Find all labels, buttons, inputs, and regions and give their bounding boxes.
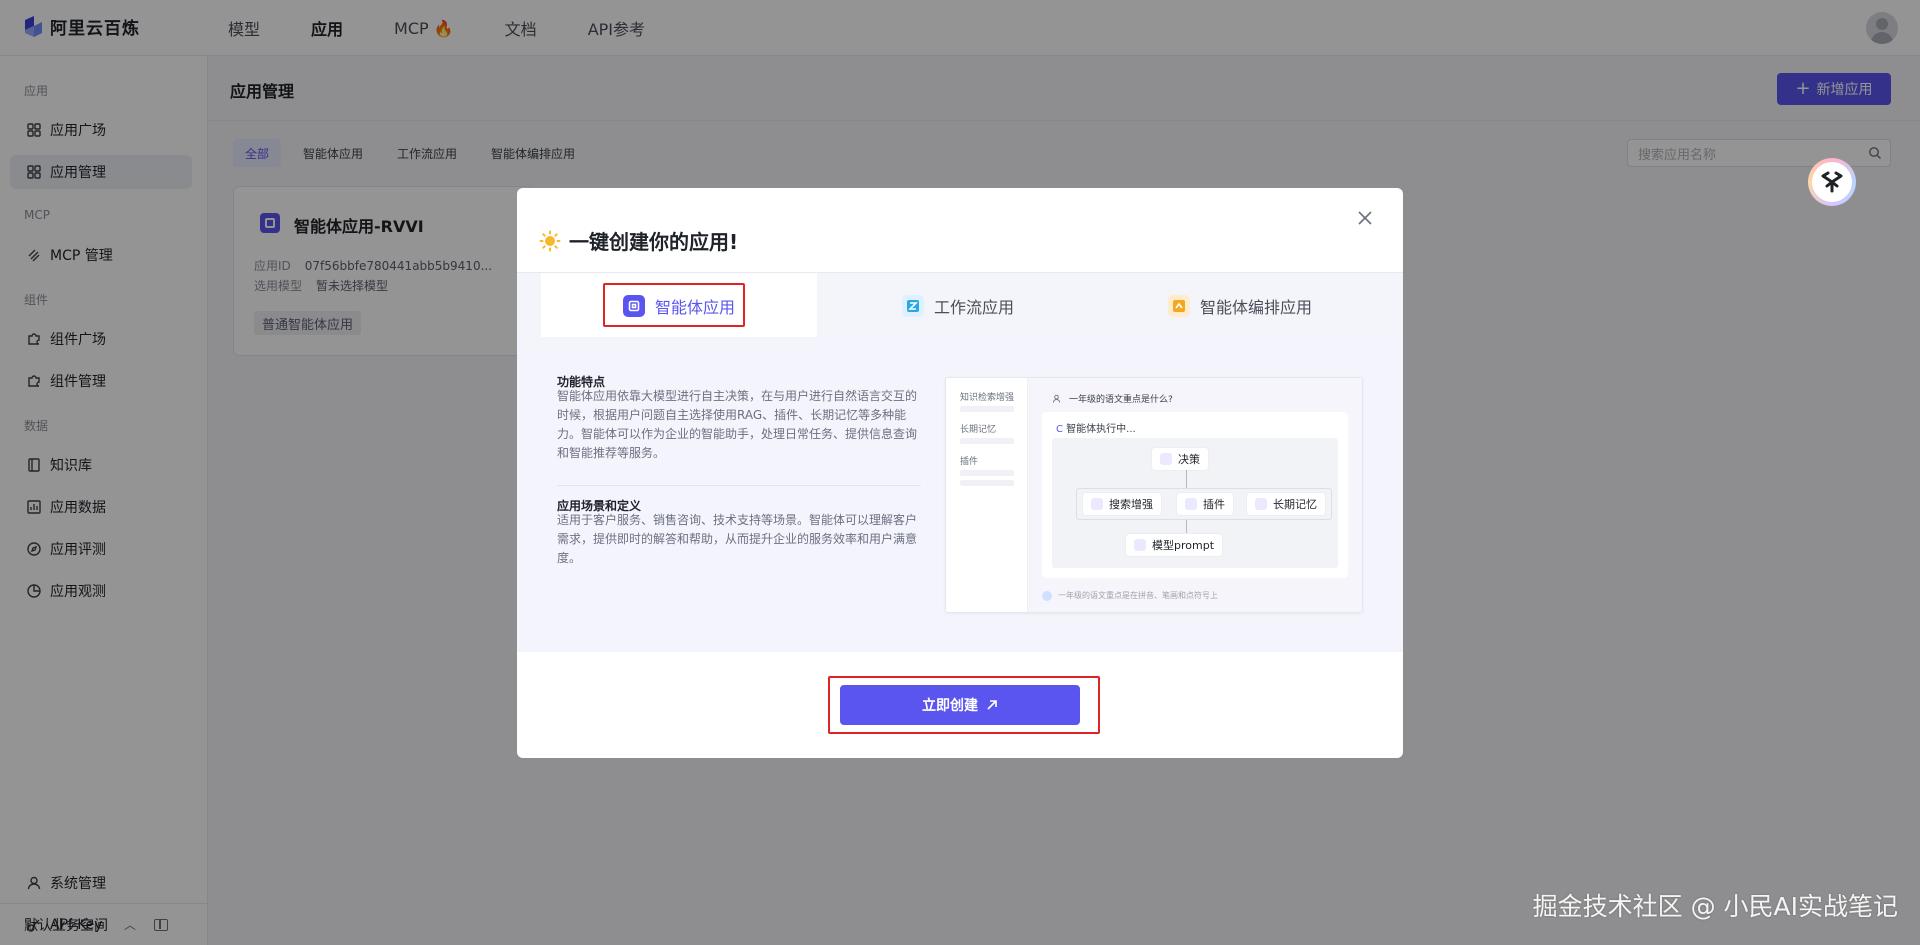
node-memory: 长期记忆: [1247, 493, 1325, 515]
preview-question-text: 一年级的语文重点是什么?: [1069, 395, 1173, 405]
tab-agent-app-label: 智能体应用: [654, 297, 735, 317]
tab-content: 功能特点 智能体应用依靠大模型进行自主决策，在与用户进行自然语言交互的时候，根据…: [517, 337, 1403, 652]
tab-agent-orchestration-app[interactable]: 智能体编排应用: [1099, 273, 1381, 338]
orchestration-app-icon: [1167, 294, 1190, 317]
modal-title-text: 一键创建你的应用!: [569, 230, 739, 254]
features-text: 智能体应用依靠大模型进行自主决策，在与用户进行自然语言交互的时候，根据用户问题自…: [557, 389, 918, 460]
agent-app-icon: [622, 294, 645, 317]
preview-side-rag: 知识检索增强: [960, 393, 1015, 403]
tab-workflow-app[interactable]: 工作流应用: [817, 273, 1099, 338]
search-enhance-icon: [1091, 498, 1103, 510]
preview-input: 一年级的语文重点是在拼音、笔画和点符号上: [1042, 590, 1218, 601]
preview-exec-card: C 智能体执行中... 决策 搜索增强 插件 长期记忆 模型prompt: [1042, 412, 1348, 578]
sun-icon: [539, 230, 561, 251]
node-capabilities-row: 搜索增强 插件 长期记忆: [1076, 488, 1332, 520]
prompt-icon: [1134, 539, 1146, 551]
assistant-icon: [1042, 590, 1052, 601]
preview-sidebar: 知识检索增强 长期记忆 插件: [946, 378, 1028, 612]
preview-side-memory: 长期记忆: [960, 425, 997, 435]
flow-arrow: [1186, 470, 1187, 488]
node-memory-label: 长期记忆: [1273, 498, 1317, 511]
decision-icon: [1160, 453, 1172, 465]
memory-icon: [1255, 498, 1267, 510]
create-now-button[interactable]: 立即创建: [840, 685, 1080, 725]
preview-executing: C 智能体执行中...: [1056, 420, 1136, 435]
close-icon[interactable]: [1357, 210, 1373, 226]
plugin-icon: [1185, 498, 1197, 510]
assistant-float-button[interactable]: [1808, 158, 1856, 206]
loading-icon: C: [1056, 424, 1063, 435]
node-plugin: 插件: [1177, 493, 1233, 515]
preview-input-hint: 一年级的语文重点是在拼音、笔画和点符号上: [1058, 591, 1218, 600]
node-model-prompt: 模型prompt: [1126, 534, 1223, 556]
preview-side-plugin: 插件: [960, 457, 979, 467]
modal-title: 一键创建你的应用!: [539, 226, 738, 255]
agent-flow-preview: 知识检索增强 长期记忆 插件 一年级的语文重点是什么? C 智能体执行中...: [945, 377, 1363, 613]
node-search-label: 搜索增强: [1109, 498, 1153, 511]
node-decision-label: 决策: [1178, 453, 1200, 466]
scenes-text: 适用于客户服务、销售咨询、技术支持等场景。智能体可以理解客户需求，提供即时的解答…: [557, 513, 918, 565]
tab-agent-orchestration-label: 智能体编排应用: [1199, 297, 1312, 317]
preview-side-bar: [960, 406, 1014, 412]
node-decision: 决策: [1152, 448, 1208, 470]
create-now-label: 立即创建: [922, 698, 978, 714]
preview-side-bar: [960, 438, 1014, 444]
node-search: 搜索增强: [1083, 493, 1161, 515]
arrow-up-right-icon: [987, 700, 997, 710]
node-plugin-label: 插件: [1203, 498, 1225, 511]
tab-workflow-app-label: 工作流应用: [933, 297, 1014, 317]
preview-side-bar: [960, 470, 1014, 476]
preview-flow: 决策 搜索增强 插件 长期记忆 模型prompt: [1052, 438, 1338, 568]
app-type-tabs: 智能体应用 工作流应用 智能体编排应用: [517, 272, 1403, 338]
preview-main: 一年级的语文重点是什么? C 智能体执行中... 决策 搜索增强 插件 长期记忆…: [1028, 378, 1362, 612]
flow-arrow: [1186, 520, 1187, 534]
workflow-app-icon: [901, 294, 924, 317]
preview-side-bar: [960, 480, 1014, 486]
user-icon: [1052, 394, 1061, 403]
tab-agent-app[interactable]: 智能体应用: [541, 273, 817, 338]
assistant-logo-icon: [1821, 171, 1843, 193]
node-prompt-label: 模型prompt: [1152, 539, 1215, 552]
preview-executing-text: 智能体执行中...: [1066, 424, 1136, 435]
content-divider: [557, 485, 921, 486]
preview-question: 一年级的语文重点是什么?: [1052, 392, 1173, 405]
create-app-modal: 一键创建你的应用! 智能体应用 工作流应用 智能体编排应用 功能特点 智能体应用…: [517, 188, 1403, 758]
watermark: 掘金技术社区 @ 小民AI实战笔记: [1532, 892, 1898, 921]
